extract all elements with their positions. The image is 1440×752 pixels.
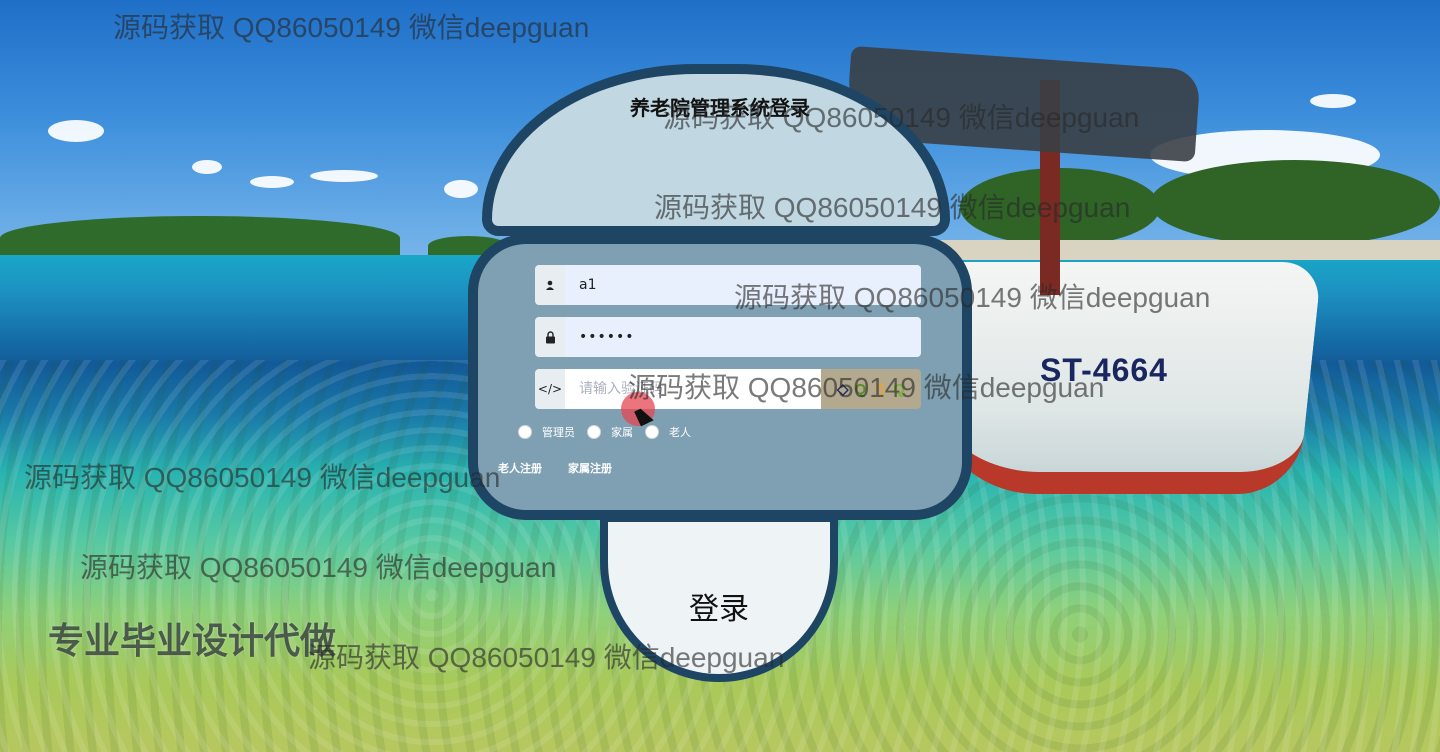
role-label: 家属 [611, 426, 633, 439]
role-label: 老人 [669, 426, 691, 439]
cloud [310, 170, 378, 182]
watermark: 源码获取 QQ86050149 微信deepguan [80, 552, 557, 583]
watermark: 源码获取 QQ86050149 微信deepguan [628, 372, 1105, 403]
password-value: •••••• [579, 329, 635, 345]
family-register-link[interactable]: 家属注册 [568, 460, 612, 476]
watermark: 源码获取 QQ86050149 微信deepguan [113, 12, 590, 43]
register-links: 老人注册 家属注册 [498, 460, 612, 476]
code-icon: </> [535, 369, 565, 409]
role-elder[interactable]: 老人 [645, 424, 691, 440]
elder-register-link[interactable]: 老人注册 [498, 460, 542, 476]
role-admin[interactable]: 管理员 [518, 424, 575, 440]
watermark: 源码获取 QQ86050149 微信deepguan [654, 192, 1131, 223]
cloud [250, 176, 294, 188]
role-label: 管理员 [542, 426, 575, 439]
watermark: 源码获取 QQ86050149 微信deepguan [308, 642, 785, 673]
password-row: •••••• [535, 317, 921, 357]
watermark: 源码获取 QQ86050149 微信deepguan [24, 462, 501, 493]
watermark: 源码获取 QQ86050149 微信deepguan [734, 282, 1211, 313]
radio-button[interactable] [645, 425, 659, 439]
password-input[interactable]: •••••• [565, 317, 921, 357]
cloud [444, 180, 478, 198]
lock-icon [535, 317, 565, 357]
shore-right [940, 240, 1440, 260]
radio-button[interactable] [518, 425, 532, 439]
island-left [0, 216, 400, 260]
user-icon [535, 265, 565, 305]
radio-button[interactable] [587, 425, 601, 439]
cloud [192, 160, 222, 174]
watermark: 源码获取 QQ86050149 微信deepguan [663, 102, 1140, 133]
trees [1150, 160, 1440, 246]
role-selector: 管理员 家属 老人 [518, 424, 691, 440]
role-family[interactable]: 家属 [587, 424, 633, 440]
promo-text: 专业毕业设计代做 [48, 621, 337, 662]
cloud [48, 120, 104, 142]
